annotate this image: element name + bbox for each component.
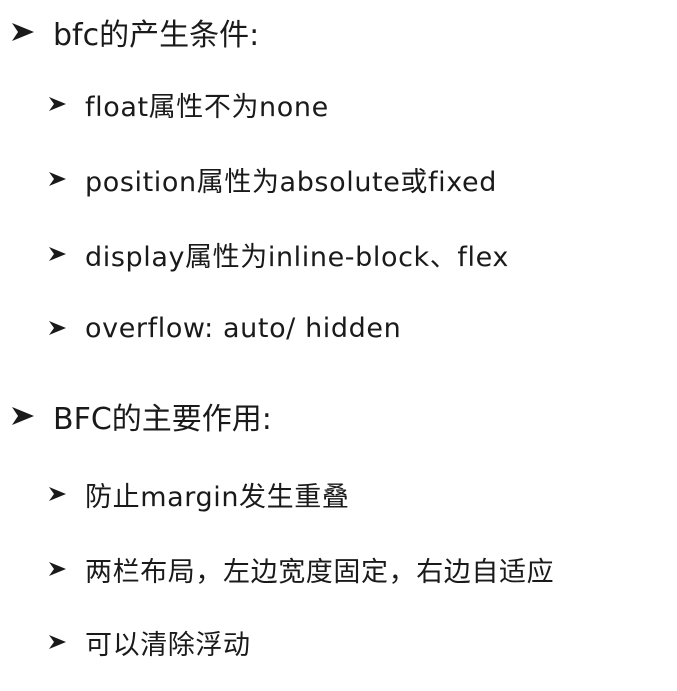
list-item-text: display属性为inline-block、flex (85, 241, 509, 273)
arrowhead-bullet-icon (10, 20, 36, 44)
list-item-text: 两栏布局，左边宽度固定，右边自适应 (85, 556, 555, 588)
list-item-text: overflow: auto/ hidden (85, 312, 402, 344)
list-item-text: 防止margin发生重叠 (85, 481, 350, 513)
arrowhead-bullet-icon (47, 318, 68, 338)
section-heading-bfc-conditions: bfc的产生条件: (10, 12, 260, 53)
arrowhead-bullet-icon (47, 94, 68, 114)
arrowhead-bullet-icon (47, 632, 68, 652)
list-item-text: position属性为absolute或fixed (85, 166, 497, 198)
arrowhead-bullet-icon (47, 484, 68, 504)
arrowhead-bullet-icon (47, 244, 68, 264)
list-item-two-column: 两栏布局，左边宽度固定，右边自适应 (47, 552, 555, 588)
list-item-margin: 防止margin发生重叠 (47, 477, 350, 513)
section-heading-text: bfc的产生条件: (53, 18, 260, 53)
list-item-display: display属性为inline-block、flex (47, 237, 509, 273)
arrowhead-bullet-icon (47, 559, 68, 579)
section-heading-bfc-uses: BFC的主要作用: (10, 396, 272, 437)
list-item-text: 可以清除浮动 (85, 629, 251, 661)
arrowhead-bullet-icon (10, 404, 36, 428)
arrowhead-bullet-icon (47, 169, 68, 189)
list-item-text: float属性不为none (85, 91, 329, 123)
slide-content: bfc的产生条件: float属性不为none position属性为absol… (0, 0, 677, 691)
list-item-float: float属性不为none (47, 87, 329, 123)
list-item-overflow: overflow: auto/ hidden (47, 311, 401, 345)
list-item-clear-float: 可以清除浮动 (47, 625, 251, 661)
section-heading-text: BFC的主要作用: (53, 402, 272, 437)
list-item-position: position属性为absolute或fixed (47, 162, 497, 198)
